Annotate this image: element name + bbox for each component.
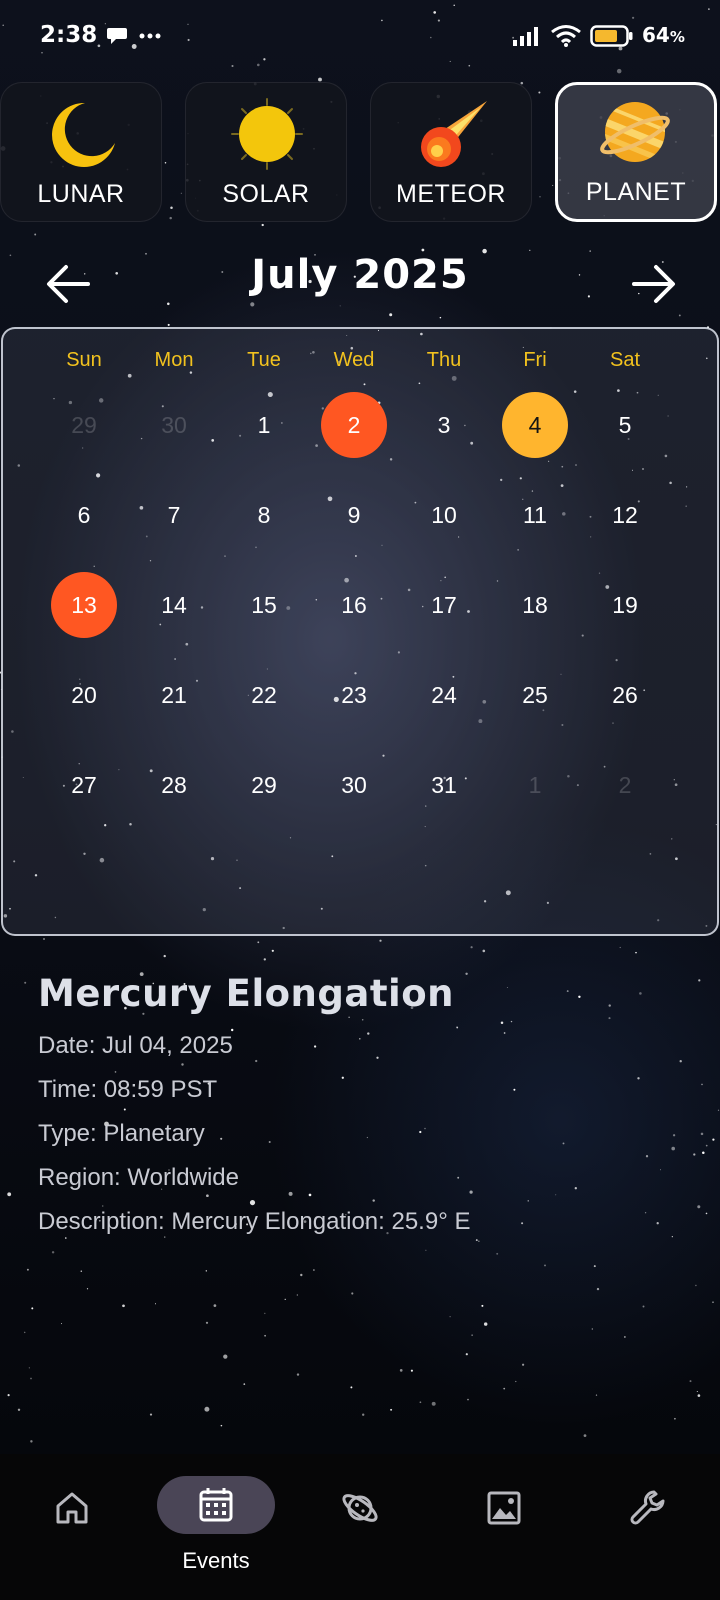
calendar-day[interactable]: 27 xyxy=(51,752,117,818)
calendar-day[interactable]: 6 xyxy=(51,482,117,548)
weekday-header: Wed xyxy=(333,349,375,371)
calendar-day[interactable]: 8 xyxy=(231,482,297,548)
sun-icon xyxy=(231,98,303,170)
event-date: Date: Jul 04, 2025 xyxy=(38,1032,233,1059)
month-title: July 2025 xyxy=(251,252,469,298)
category-tab-meteor[interactable]: METEOR xyxy=(370,82,532,222)
calendar-day[interactable]: 10 xyxy=(411,482,477,548)
category-label: LUNAR xyxy=(37,180,125,208)
event-description: Description: Mercury Elongation: 25.9° E xyxy=(38,1208,471,1235)
calendar-day[interactable]: 21 xyxy=(141,662,207,728)
category-label: PLANET xyxy=(585,178,687,206)
next-month-button[interactable] xyxy=(630,262,678,306)
calendar-day[interactable]: 18 xyxy=(502,572,568,638)
image-icon xyxy=(487,1491,521,1525)
signal-icon xyxy=(513,27,538,46)
calendar-day[interactable]: 5 xyxy=(592,392,658,458)
category-tab-lunar[interactable]: LUNAR xyxy=(0,82,162,222)
status-bar: 2:38 64% xyxy=(0,0,720,72)
calendar-day[interactable]: 4 xyxy=(502,392,568,458)
calendar-day[interactable]: 13 xyxy=(51,572,117,638)
event-time: Time: 08:59 PST xyxy=(38,1076,218,1103)
calendar-day[interactable]: 31 xyxy=(411,752,477,818)
calendar-grid: Sun Mon Tue Wed Thu Fri Sat 29 30 1 2 3 4 5 6 7 8 9 10 11 12… xyxy=(1,327,719,936)
calendar-day[interactable]: 16 xyxy=(321,572,387,638)
battery-level: 64% xyxy=(642,23,685,47)
calendar-day[interactable]: 19 xyxy=(592,572,658,638)
calendar-day[interactable]: 30 xyxy=(321,752,387,818)
calendar-day[interactable]: 25 xyxy=(502,662,568,728)
event-title: Mercury Elongation xyxy=(38,972,454,1015)
arrow-left-icon xyxy=(47,265,90,303)
planet-orbit-icon xyxy=(342,1494,378,1522)
comet-icon xyxy=(421,101,487,167)
calendar-day[interactable]: 23 xyxy=(321,662,387,728)
weekday-header: Thu xyxy=(426,349,462,371)
calendar-day[interactable]: 2 xyxy=(321,392,387,458)
calendar-day-outside-month: 1 xyxy=(528,771,542,798)
battery-icon xyxy=(590,25,633,47)
calendar-day[interactable]: 24 xyxy=(411,662,477,728)
wrench-icon xyxy=(630,1490,665,1525)
wifi-icon xyxy=(551,25,581,47)
previous-month-button[interactable] xyxy=(44,262,92,306)
chat-bubble-icon xyxy=(107,28,127,44)
calendar-day[interactable]: 12 xyxy=(592,482,658,548)
calendar-icon xyxy=(199,1488,233,1522)
arrow-right-icon xyxy=(632,265,675,303)
calendar-day-outside-month: 29 xyxy=(71,411,97,438)
category-tab-planet[interactable]: PLANET xyxy=(555,82,717,222)
calendar-day[interactable]: 7 xyxy=(141,482,207,548)
calendar-day[interactable]: 17 xyxy=(411,572,477,638)
status-time: 2:38 xyxy=(40,22,98,48)
calendar-day[interactable]: 15 xyxy=(231,572,297,638)
category-label: SOLAR xyxy=(222,180,310,208)
calendar-day-outside-month: 30 xyxy=(161,411,187,438)
calendar-day[interactable]: 1 xyxy=(231,392,297,458)
weekday-header: Tue xyxy=(247,349,281,371)
calendar-day[interactable]: 20 xyxy=(51,662,117,728)
calendar-day-outside-month: 2 xyxy=(618,771,632,798)
weekday-header: Sun xyxy=(66,349,102,371)
crescent-moon-icon xyxy=(52,102,115,167)
calendar-day[interactable]: 26 xyxy=(592,662,658,728)
more-dots-icon xyxy=(139,33,161,39)
calendar-day[interactable]: 11 xyxy=(502,482,568,548)
weekday-header: Sat xyxy=(609,349,641,371)
weekday-header: Fri xyxy=(523,349,547,371)
nav-events-label: Events xyxy=(182,1548,250,1573)
ringed-planet-icon xyxy=(600,102,670,162)
home-icon xyxy=(56,1492,88,1524)
calendar-day[interactable]: 28 xyxy=(141,752,207,818)
calendar-day[interactable]: 3 xyxy=(411,392,477,458)
calendar-day[interactable]: 9 xyxy=(321,482,387,548)
weekday-header: Mon xyxy=(154,349,194,371)
category-label: METEOR xyxy=(396,180,506,208)
calendar-day[interactable]: 22 xyxy=(231,662,297,728)
event-region: Region: Worldwide xyxy=(38,1164,239,1191)
category-tab-solar[interactable]: SOLAR xyxy=(185,82,347,222)
calendar-day[interactable]: 29 xyxy=(231,752,297,818)
calendar-day[interactable]: 14 xyxy=(141,572,207,638)
event-type: Type: Planetary xyxy=(38,1120,205,1147)
